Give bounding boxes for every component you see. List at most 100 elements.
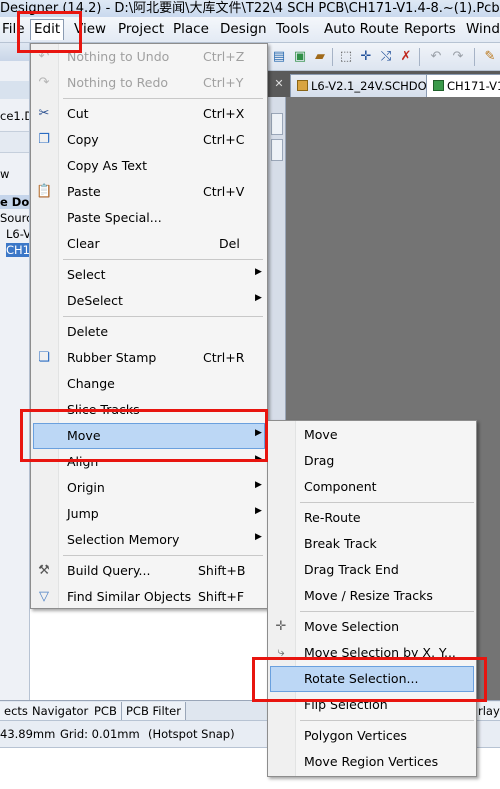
- move-icon[interactable]: ✛: [358, 49, 374, 65]
- menu-auto-route[interactable]: Auto Route: [324, 21, 399, 37]
- submenu-arrow-icon: ▶: [255, 267, 262, 277]
- menu-item-origin[interactable]: Origin ▶: [33, 475, 265, 501]
- tab-pcb-panel[interactable]: PCB: [90, 702, 122, 720]
- submenu-arrow-icon: ▶: [255, 293, 262, 303]
- menu-item-build-query[interactable]: ⚒ Build Query... Shift+B: [33, 558, 265, 584]
- menu-item-copy[interactable]: ❐ Copy Ctrl+C: [33, 127, 265, 153]
- menu-item-select[interactable]: Select ▶: [33, 262, 265, 288]
- menu-item-label: DeSelect: [67, 293, 123, 308]
- stamp-icon: ❏: [38, 350, 50, 365]
- submenu-arrow-icon: ▶: [255, 480, 262, 490]
- move-item-annotation-box: [20, 409, 268, 462]
- panel-mode-bar: [0, 131, 29, 153]
- submenu-item-break-track[interactable]: Break Track: [270, 531, 474, 557]
- undo-icon[interactable]: ↶: [428, 49, 444, 65]
- schematic-doc-icon: [297, 80, 308, 91]
- view-mode-label[interactable]: w: [0, 167, 9, 181]
- menu-project[interactable]: Project: [118, 21, 164, 37]
- menu-tools[interactable]: Tools: [276, 21, 309, 37]
- submenu-item-re-route[interactable]: Re-Route: [270, 505, 474, 531]
- menu-item-clear[interactable]: Clear Del: [33, 231, 265, 257]
- redo-icon[interactable]: ↷: [450, 49, 466, 65]
- source-documents-node[interactable]: Source: [0, 211, 29, 225]
- menu-item-label: Select: [67, 267, 106, 282]
- menu-item-label: Jump: [67, 506, 99, 521]
- submenu-item-drag[interactable]: Drag: [270, 448, 474, 474]
- folder-icon[interactable]: ▰: [312, 49, 328, 65]
- pcb-tree-item[interactable]: CH1: [6, 243, 29, 257]
- menu-item-label: Component: [304, 479, 377, 494]
- select-area-icon[interactable]: ⬚: [338, 49, 354, 65]
- document-tab-strip: ✕ L6-V2.1_24V.SCHDOC CH171-V1: [268, 71, 500, 97]
- menu-item-rubber-stamp[interactable]: ❏ Rubber Stamp Ctrl+R: [33, 345, 265, 371]
- menu-item-redo[interactable]: ↷ Nothing to Redo Ctrl+Y: [33, 70, 265, 96]
- menu-item-deselect[interactable]: DeSelect ▶: [33, 288, 265, 314]
- toolbar-separator: [332, 48, 333, 66]
- menu-item-shortcut: Ctrl+V: [203, 184, 245, 199]
- menu-item-label: Move Region Vertices: [304, 754, 439, 769]
- submenu-arrow-icon: ▶: [255, 506, 262, 516]
- submenu-item-polygon-vertices[interactable]: Polygon Vertices: [270, 723, 474, 749]
- submenu-item-move-selection[interactable]: ✛ Move Selection: [270, 614, 474, 640]
- menu-item-find-similar[interactable]: ▽ Find Similar Objects Shift+F: [33, 584, 265, 610]
- submenu-item-component[interactable]: Component: [270, 474, 474, 500]
- open-document-icon[interactable]: ▤: [271, 49, 287, 65]
- pencil-icon[interactable]: ✎: [482, 49, 498, 65]
- tab-pcb-filter[interactable]: PCB Filter: [122, 702, 186, 720]
- menu-item-label: Nothing to Redo: [67, 75, 169, 90]
- menu-item-change[interactable]: Change: [33, 371, 265, 397]
- panel-button[interactable]: [271, 113, 283, 135]
- menu-item-jump[interactable]: Jump ▶: [33, 501, 265, 527]
- menu-item-label: Break Track: [304, 536, 377, 551]
- menu-item-cut[interactable]: ✂ Cut Ctrl+X: [33, 101, 265, 127]
- snap-mode: (Hotspot Snap): [148, 727, 235, 741]
- menu-item-label: Build Query...: [67, 563, 151, 578]
- menu-item-label: Copy As Text: [67, 158, 147, 173]
- workspace-file[interactable]: ce1.D: [0, 109, 29, 123]
- menu-item-paste-special[interactable]: Paste Special...: [33, 205, 265, 231]
- board-icon[interactable]: ▣: [292, 49, 308, 65]
- cursor-coordinates: 43.89mm: [0, 727, 56, 741]
- menu-item-label: Selection Memory: [67, 532, 180, 547]
- submenu-item-move[interactable]: Move: [270, 422, 474, 448]
- projects-panel: ce1.D w e Doc Source L6-V CH1: [0, 43, 30, 700]
- menu-item-paste[interactable]: 📋 Paste Ctrl+V: [33, 179, 265, 205]
- menu-item-selection-memory[interactable]: Selection Memory ▶: [33, 527, 265, 553]
- menu-item-label: Nothing to Undo: [67, 49, 170, 64]
- move-submenu: Move Drag Component Re-Route Break Track…: [267, 420, 477, 777]
- menu-window[interactable]: Window: [466, 21, 500, 37]
- menu-item-label: Origin: [67, 480, 105, 495]
- query-icon: ⚒: [38, 563, 50, 578]
- menu-design[interactable]: Design: [220, 21, 267, 37]
- close-panel-icon[interactable]: ✕: [271, 76, 287, 92]
- menu-item-delete[interactable]: Delete: [33, 319, 265, 345]
- menu-item-label: Move: [304, 427, 338, 442]
- schematic-tree-item[interactable]: L6-V: [6, 227, 29, 241]
- select-cross-icon[interactable]: ⤭: [378, 49, 394, 65]
- panel-button[interactable]: [271, 139, 283, 161]
- deselect-icon[interactable]: ✗: [398, 49, 414, 65]
- menu-item-copy-as-text[interactable]: Copy As Text: [33, 153, 265, 179]
- menu-item-label: Change: [67, 376, 115, 391]
- toolbar-separator: [474, 48, 475, 66]
- menu-separator: [63, 259, 263, 260]
- menu-item-label: Rubber Stamp: [67, 350, 157, 365]
- project-tree-root[interactable]: e Doc: [0, 195, 29, 209]
- menu-item-shortcut: Shift+B: [198, 563, 246, 578]
- submenu-item-move-resize-tracks[interactable]: Move / Resize Tracks: [270, 583, 474, 609]
- menu-place[interactable]: Place: [173, 21, 209, 37]
- submenu-item-drag-track-end[interactable]: Drag Track End: [270, 557, 474, 583]
- menu-reports[interactable]: Reports: [404, 21, 456, 37]
- tab-overlay[interactable]: rlay: [474, 702, 500, 720]
- submenu-item-move-region-vertices[interactable]: Move Region Vertices: [270, 749, 474, 775]
- tab-pcb[interactable]: CH171-V1: [426, 74, 500, 97]
- menu-item-label: Move / Resize Tracks: [304, 588, 433, 603]
- menu-item-shortcut: Shift+F: [198, 589, 245, 604]
- menu-item-label: Paste: [67, 184, 101, 199]
- tab-navigator[interactable]: Navigator: [28, 702, 94, 720]
- menu-item-shortcut: Ctrl+R: [203, 350, 245, 365]
- tab-schematic[interactable]: L6-V2.1_24V.SCHDOC: [290, 74, 442, 97]
- menu-item-label: Move Selection: [304, 619, 400, 634]
- edit-menu: ↶ Nothing to Undo Ctrl+Z ↷ Nothing to Re…: [30, 43, 268, 609]
- menu-item-label: Paste Special...: [67, 210, 162, 225]
